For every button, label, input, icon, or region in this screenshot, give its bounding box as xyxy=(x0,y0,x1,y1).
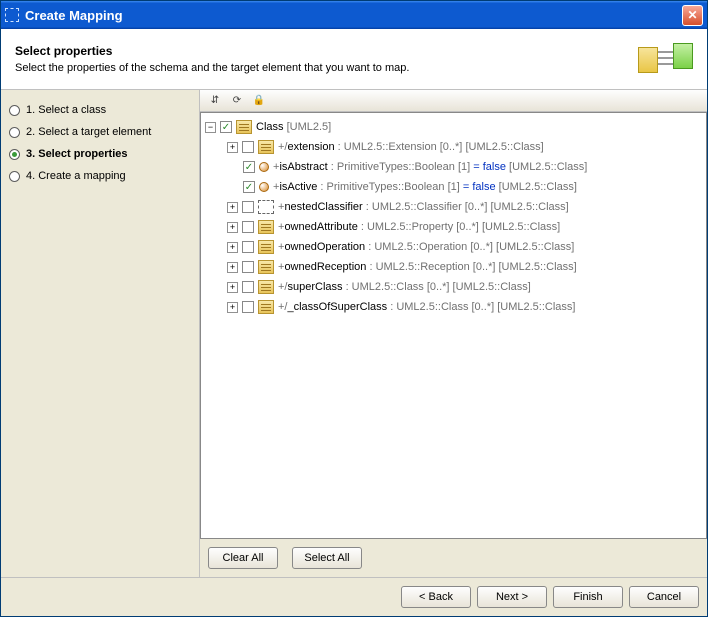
class-icon xyxy=(258,240,274,254)
finish-button[interactable]: Finish xyxy=(553,586,623,608)
class-icon xyxy=(258,280,274,294)
properties-panel: ⇵ ⟳ 🔒 − Class [UML2.5] + +/extension : UM… xyxy=(199,90,707,577)
checkbox[interactable] xyxy=(242,241,254,253)
node-label: +/superClass : UML2.5::Class [0..*] [UML… xyxy=(278,281,531,293)
tree-node[interactable]: + +ownedAttribute : UML2.5::Property [0..… xyxy=(203,217,704,237)
sort-button[interactable]: ⟳ xyxy=(226,92,248,110)
class-icon xyxy=(236,120,252,134)
expand-icon[interactable]: + xyxy=(227,302,238,313)
tree-toolbar: ⇵ ⟳ 🔒 xyxy=(200,90,707,112)
close-icon: ✕ xyxy=(687,8,697,22)
checkbox[interactable] xyxy=(242,261,254,273)
selection-buttons: Clear All Select All xyxy=(200,539,707,577)
step-create-mapping[interactable]: 4. Create a mapping xyxy=(9,170,191,182)
step-label: 2. Select a target element xyxy=(26,126,151,138)
node-label: +/_classOfSuperClass : UML2.5::Class [0.… xyxy=(278,301,575,313)
checkbox[interactable] xyxy=(243,161,255,173)
page-subtitle: Select the properties of the schema and … xyxy=(15,62,638,74)
node-label: +nestedClassifier : UML2.5::Classifier [… xyxy=(278,201,569,213)
step-select-class[interactable]: 1. Select a class xyxy=(9,104,191,116)
dialog-body: 1. Select a class 2. Select a target ele… xyxy=(1,90,707,577)
checkbox[interactable] xyxy=(242,281,254,293)
tree-node[interactable]: + +/superClass : UML2.5::Class [0..*] [UM… xyxy=(203,277,704,297)
classifier-icon xyxy=(258,200,274,214)
expand-icon[interactable]: + xyxy=(227,142,238,153)
step-select-target[interactable]: 2. Select a target element xyxy=(9,126,191,138)
class-icon xyxy=(258,140,274,154)
expand-collapse-button[interactable]: ⇵ xyxy=(204,92,226,110)
expand-icon[interactable]: + xyxy=(227,202,238,213)
radio-icon xyxy=(9,171,20,182)
app-icon xyxy=(5,8,19,22)
node-label: +isAbstract : PrimitiveTypes::Boolean [1… xyxy=(273,161,587,173)
dialog-footer: < Back Next > Finish Cancel xyxy=(1,577,707,616)
radio-icon xyxy=(9,105,20,116)
titlebar[interactable]: Create Mapping ✕ xyxy=(1,1,707,29)
node-label: +isActive : PrimitiveTypes::Boolean [1] … xyxy=(273,181,577,193)
node-label: +ownedAttribute : UML2.5::Property [0..*… xyxy=(278,221,560,233)
select-all-button[interactable]: Select All xyxy=(292,547,362,569)
next-button[interactable]: Next > xyxy=(477,586,547,608)
checkbox[interactable] xyxy=(220,121,232,133)
expand-icon[interactable]: + xyxy=(227,262,238,273)
class-icon xyxy=(258,220,274,234)
clear-all-button[interactable]: Clear All xyxy=(208,547,278,569)
checkbox[interactable] xyxy=(242,201,254,213)
checkbox[interactable] xyxy=(242,301,254,313)
radio-icon xyxy=(9,127,20,138)
step-label: 3. Select properties xyxy=(26,148,128,160)
tree-node[interactable]: + +nestedClassifier : UML2.5::Classifier … xyxy=(203,197,704,217)
properties-tree[interactable]: − Class [UML2.5] + +/extension : UML2.5::… xyxy=(200,112,707,539)
tree-node[interactable]: +isActive : PrimitiveTypes::Boolean [1] … xyxy=(203,177,704,197)
expand-icon[interactable]: + xyxy=(227,242,238,253)
close-button[interactable]: ✕ xyxy=(682,5,703,26)
tree-root[interactable]: − Class [UML2.5] xyxy=(203,117,704,137)
tree-node[interactable]: + +ownedReception : UML2.5::Reception [0.… xyxy=(203,257,704,277)
expand-icon[interactable]: + xyxy=(227,222,238,233)
step-label: 4. Create a mapping xyxy=(26,170,126,182)
property-icon xyxy=(259,182,269,192)
window-title: Create Mapping xyxy=(25,8,682,23)
expand-icon[interactable]: + xyxy=(227,282,238,293)
wizard-steps: 1. Select a class 2. Select a target ele… xyxy=(1,90,199,577)
tree-node[interactable]: +isAbstract : PrimitiveTypes::Boolean [1… xyxy=(203,157,704,177)
page-title: Select properties xyxy=(15,44,638,58)
lock-button[interactable]: 🔒 xyxy=(248,92,270,110)
back-button[interactable]: < Back xyxy=(401,586,471,608)
cancel-button[interactable]: Cancel xyxy=(629,586,699,608)
expand-collapse-icon: ⇵ xyxy=(211,95,219,106)
mapping-graphic-icon xyxy=(638,39,693,79)
step-label: 1. Select a class xyxy=(26,104,106,116)
node-label: +/extension : UML2.5::Extension [0..*] [… xyxy=(278,141,544,153)
property-icon xyxy=(259,162,269,172)
radio-icon xyxy=(9,149,20,160)
sort-icon: ⟳ xyxy=(233,95,241,106)
tree-node[interactable]: + +/extension : UML2.5::Extension [0..*] … xyxy=(203,137,704,157)
node-label: +ownedReception : UML2.5::Reception [0..… xyxy=(278,261,577,273)
lock-icon: 🔒 xyxy=(253,95,265,106)
checkbox[interactable] xyxy=(243,181,255,193)
class-icon xyxy=(258,300,274,314)
node-label: +ownedOperation : UML2.5::Operation [0..… xyxy=(278,241,574,253)
class-icon xyxy=(258,260,274,274)
collapse-icon[interactable]: − xyxy=(205,122,216,133)
tree-node[interactable]: + +/_classOfSuperClass : UML2.5::Class [0… xyxy=(203,297,704,317)
step-select-properties[interactable]: 3. Select properties xyxy=(9,148,191,160)
tree-node[interactable]: + +ownedOperation : UML2.5::Operation [0.… xyxy=(203,237,704,257)
dialog-window: Create Mapping ✕ Select properties Selec… xyxy=(0,0,708,617)
checkbox[interactable] xyxy=(242,221,254,233)
header-banner: Select properties Select the properties … xyxy=(1,29,707,90)
checkbox[interactable] xyxy=(242,141,254,153)
node-label: Class [UML2.5] xyxy=(256,121,331,133)
